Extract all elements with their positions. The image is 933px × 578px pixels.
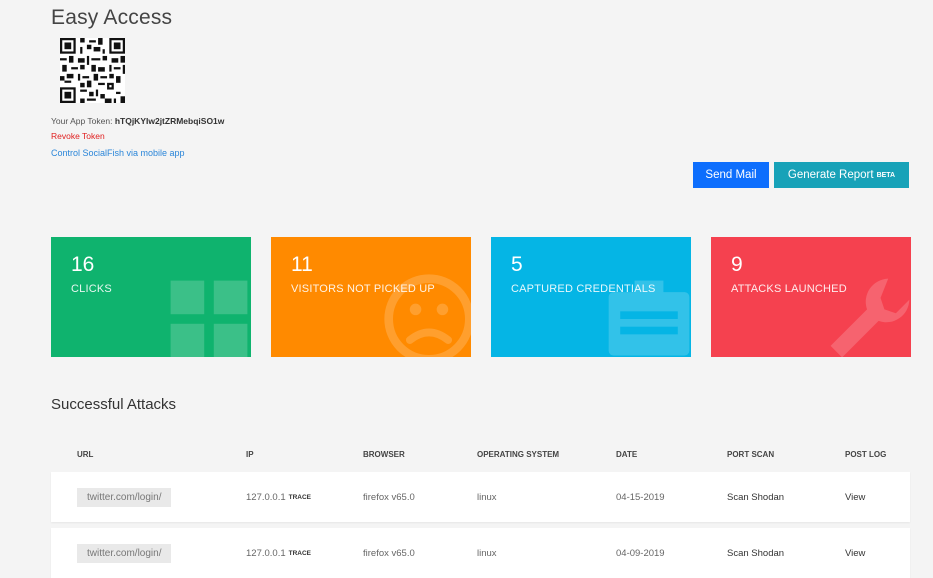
date-cell: 04-09-2019 bbox=[616, 547, 665, 559]
column-header-ip: IP bbox=[246, 450, 254, 459]
app-token-value: hTQjKYIw2jtZRMebqiSO1w bbox=[114, 116, 225, 126]
column-header-url: URL bbox=[77, 450, 94, 459]
browser-cell: firefox v65.0 bbox=[363, 547, 415, 559]
stat-value: 16 bbox=[71, 253, 95, 276]
trace-link[interactable]: TRACE bbox=[289, 494, 311, 501]
generate-report-label: Generate Report bbox=[787, 169, 874, 181]
stat-card-credentials: 5 CAPTURED CREDENTIALS bbox=[491, 237, 691, 357]
stat-card-attacks: 9 ATTACKS LAUNCHED bbox=[711, 237, 911, 357]
view-post-log-link[interactable]: View bbox=[845, 528, 865, 578]
scan-shodan-link[interactable]: Scan Shodan bbox=[727, 472, 784, 522]
page-title: Easy Access bbox=[51, 6, 173, 29]
generate-report-button[interactable]: Generate Report BETA bbox=[774, 162, 909, 188]
stat-card-clicks: 16 CLICKS bbox=[51, 237, 251, 357]
app-token-label: Your App Token: bbox=[51, 116, 113, 126]
stat-value: 5 bbox=[511, 253, 523, 276]
stat-value: 11 bbox=[291, 253, 313, 276]
sad-face-icon bbox=[384, 274, 471, 357]
revoke-token-link[interactable]: Revoke Token bbox=[51, 131, 105, 141]
app-token-line: Your App Token: hTQjKYIw2jtZRMebqiSO1w bbox=[51, 116, 224, 126]
id-card-icon bbox=[608, 280, 690, 356]
stat-label: CLICKS bbox=[71, 283, 112, 295]
ip-cell: 127.0.0.1 bbox=[246, 491, 286, 503]
table-row: twitter.com/login/ 127.0.0.1 TRACE firef… bbox=[51, 472, 910, 522]
successful-attacks-title: Successful Attacks bbox=[51, 396, 177, 413]
date-cell: 04-15-2019 bbox=[616, 491, 665, 503]
browser-cell: firefox v65.0 bbox=[363, 491, 415, 503]
grid-icon bbox=[170, 280, 248, 357]
os-cell: linux bbox=[477, 491, 497, 503]
mobile-app-link[interactable]: Control SocialFish via mobile app bbox=[51, 148, 185, 158]
beta-badge: BETA bbox=[876, 171, 896, 179]
url-cell: twitter.com/login/ bbox=[77, 487, 172, 507]
column-header-post-log: POST LOG bbox=[845, 450, 887, 459]
url-cell: twitter.com/login/ bbox=[77, 543, 172, 563]
trace-link[interactable]: TRACE bbox=[289, 550, 311, 557]
scan-shodan-link[interactable]: Scan Shodan bbox=[727, 528, 784, 578]
send-mail-button[interactable]: Send Mail bbox=[693, 162, 769, 188]
ip-cell: 127.0.0.1 bbox=[246, 547, 286, 559]
view-post-log-link[interactable]: View bbox=[845, 472, 865, 522]
qr-code-image bbox=[60, 38, 125, 103]
stat-value: 9 bbox=[731, 253, 743, 276]
column-header-browser: BROWSER bbox=[363, 450, 405, 459]
os-cell: linux bbox=[477, 547, 497, 559]
stat-card-visitors: 11 VISITORS NOT PICKED UP bbox=[271, 237, 471, 357]
wrench-icon bbox=[830, 278, 910, 357]
column-header-port-scan: PORT SCAN bbox=[727, 450, 775, 459]
table-row: twitter.com/login/ 127.0.0.1 TRACE firef… bbox=[51, 528, 910, 578]
column-header-os: OPERATING SYSTEM bbox=[477, 450, 560, 459]
column-header-date: DATE bbox=[616, 450, 638, 459]
